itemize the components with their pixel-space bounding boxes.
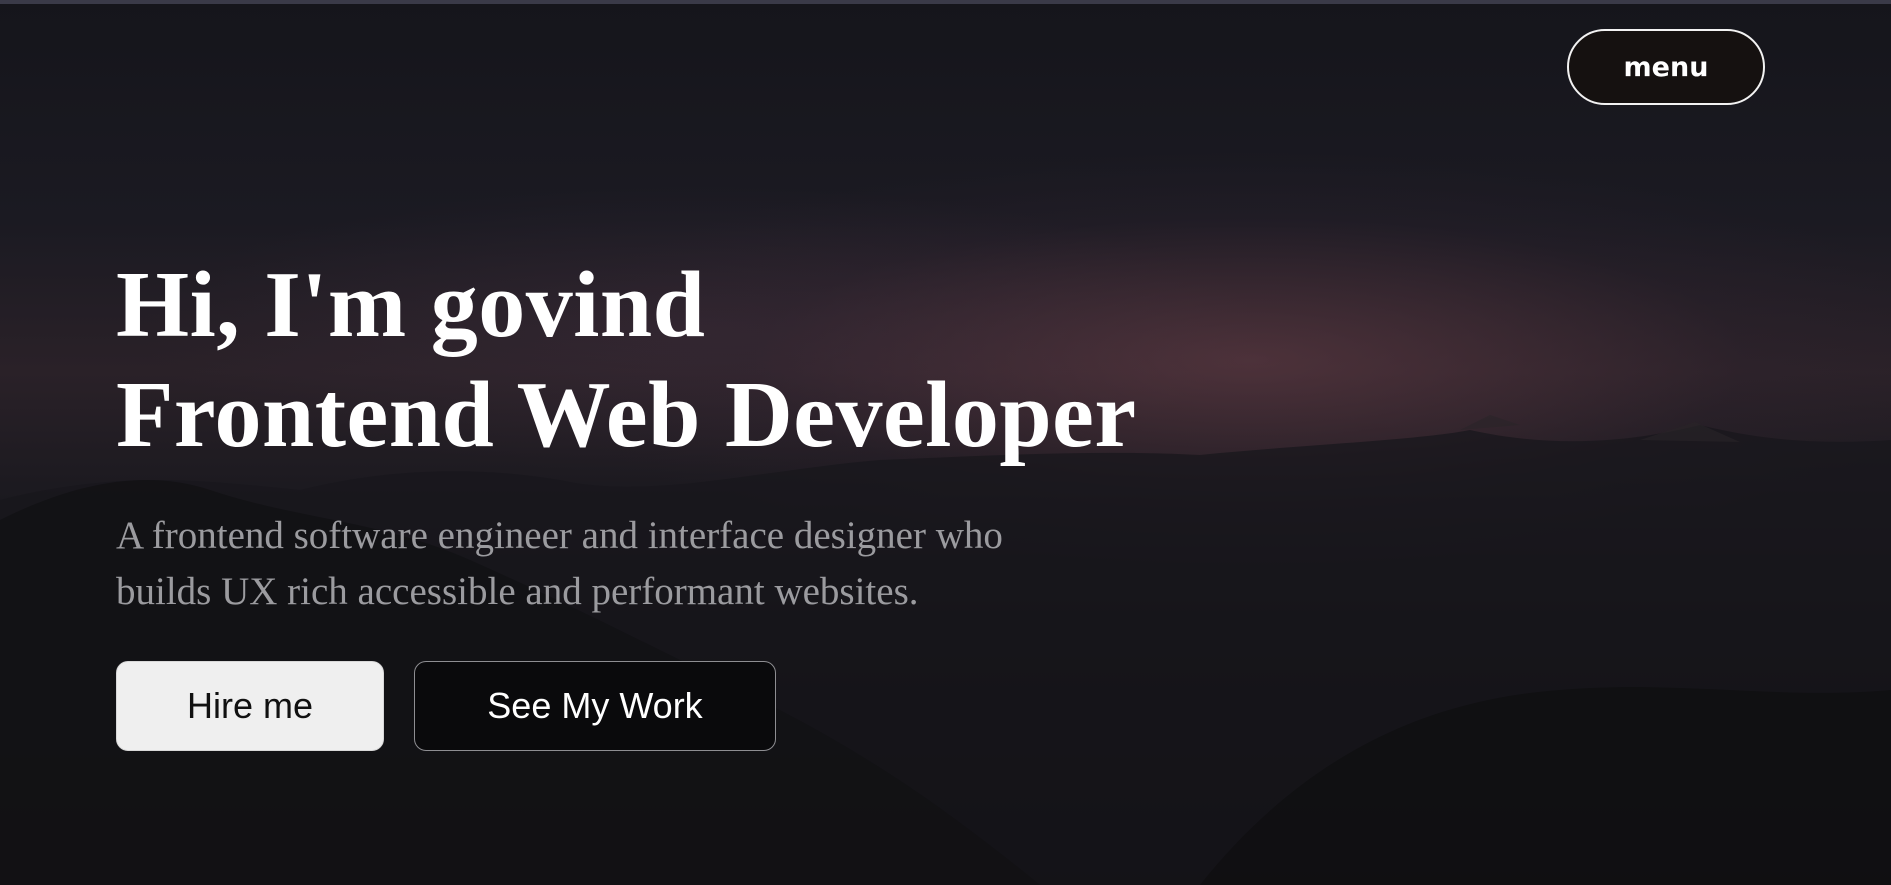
menu-button-label: menu bbox=[1623, 51, 1709, 83]
subtitle-line-2: builds UX rich accessible and performant… bbox=[116, 570, 919, 613]
menu-button[interactable]: menu bbox=[1567, 29, 1765, 105]
headline-greeting: Hi, I'm govind bbox=[116, 253, 706, 357]
hero-page: menu Hi, I'm govind Frontend Web Develop… bbox=[0, 0, 1891, 885]
hire-me-button-label: Hire me bbox=[186, 685, 314, 726]
headline-role: Frontend Web Developer bbox=[116, 363, 1137, 467]
hero-headline: Hi, I'm govind Frontend Web Developer bbox=[116, 250, 1216, 470]
subtitle-line-1: A frontend software engineer and interfa… bbox=[116, 514, 1003, 557]
hire-me-button[interactable]: Hire me bbox=[116, 661, 384, 751]
hero-actions: Hire me See My Work bbox=[116, 661, 776, 751]
hero-subtitle: A frontend software engineer and interfa… bbox=[116, 508, 1116, 620]
see-my-work-button-label: See My Work bbox=[487, 685, 703, 726]
hero-content: Hi, I'm govind Frontend Web Developer A … bbox=[116, 250, 1216, 620]
see-my-work-button[interactable]: See My Work bbox=[414, 661, 776, 751]
